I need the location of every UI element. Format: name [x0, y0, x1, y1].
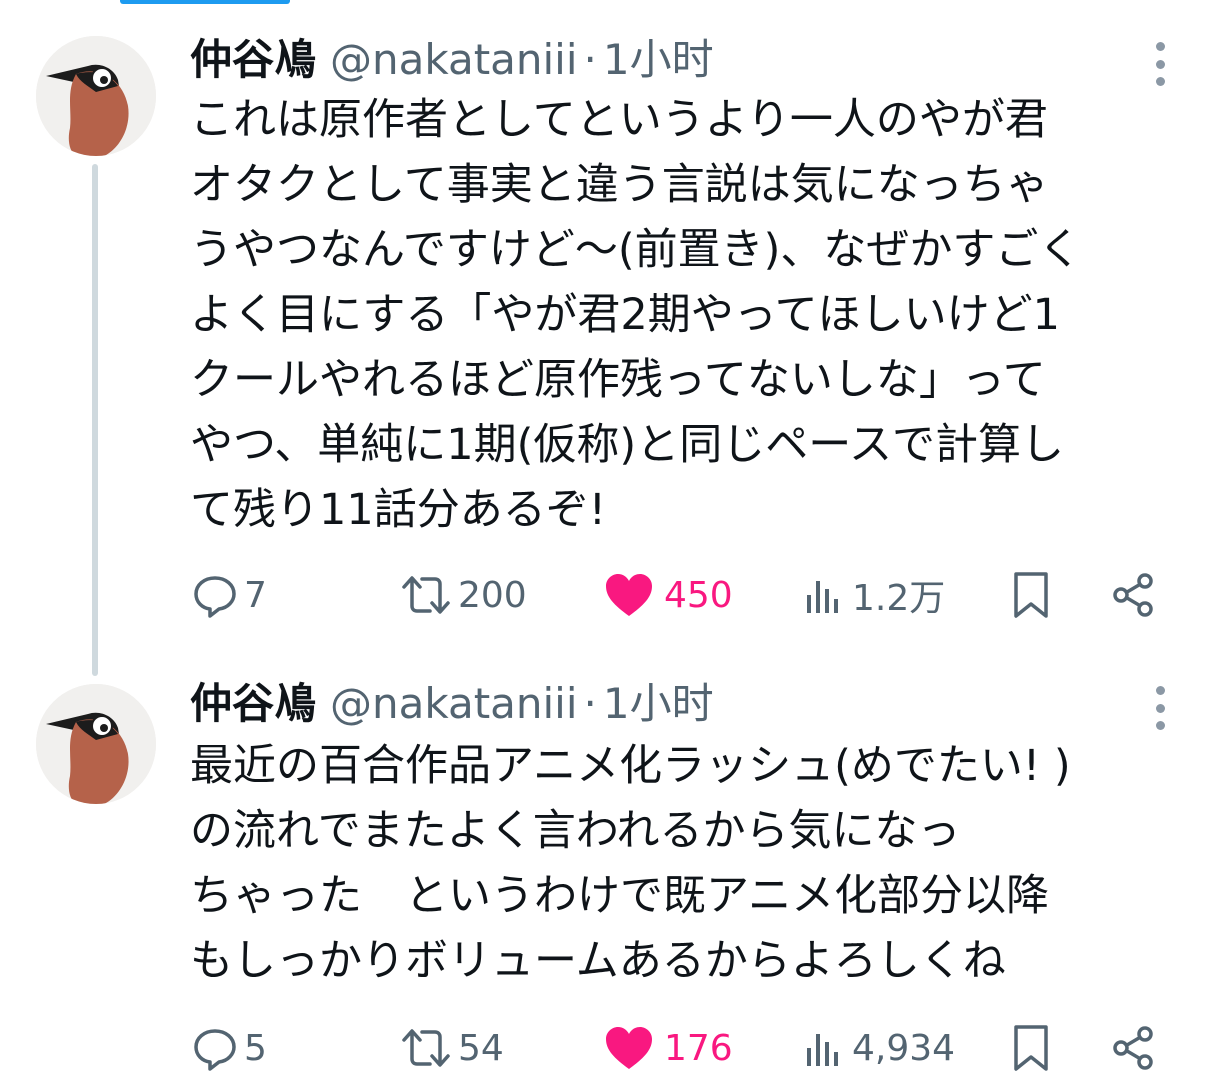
tweet[interactable]: 仲谷鳰 @nakataniii · 1小时 最近の百合作品アニメ化ラッシュ(めで… [0, 660, 1220, 1090]
separator-dot: · [583, 35, 597, 84]
bookmark-icon [1014, 1025, 1048, 1071]
reply-icon [194, 576, 236, 618]
bookmark-button[interactable] [1010, 1018, 1052, 1078]
retweet-button[interactable]: 200 [398, 565, 527, 625]
view-count: 1.2万 [852, 578, 946, 619]
separator-dot: · [583, 679, 597, 728]
reply-count: 7 [244, 574, 267, 616]
reply-count: 5 [244, 1027, 267, 1069]
tweet-actions: 5 54 176 4,934 [190, 1018, 1170, 1078]
views-button[interactable]: 1.2万 [804, 565, 945, 625]
tweet-text: これは原作者としてというより一人のやが君 オタクとして事実と違う言説は気になっち… [190, 95, 1082, 535]
tweet-text: 最近の百合作品アニメ化ラッシュ(めでたい! ) の流れでまたよく言われるから気に… [190, 741, 1071, 986]
retweet-count: 54 [458, 1027, 504, 1069]
author-handle[interactable]: @nakataniii [330, 32, 578, 88]
bookmark-button[interactable] [1010, 565, 1052, 625]
author-handle[interactable]: @nakataniii [330, 676, 578, 732]
bird-avatar-icon [36, 684, 156, 804]
share-icon [1113, 1026, 1153, 1070]
heart-icon [606, 574, 652, 616]
like-button[interactable]: 450 [604, 565, 733, 625]
more-options-icon[interactable] [1150, 42, 1170, 86]
bird-avatar-icon [36, 36, 156, 156]
tweet-actions: 7 200 450 1.2万 [190, 565, 1170, 625]
retweet-button[interactable]: 54 [398, 1018, 504, 1078]
author-name[interactable]: 仲谷鳰 [190, 676, 316, 732]
retweet-count: 200 [458, 574, 527, 616]
bookmark-icon [1014, 572, 1048, 618]
tweet-header: 仲谷鳰 @nakataniii · 1小时 [190, 32, 714, 88]
retweet-icon [402, 576, 450, 614]
avatar[interactable] [36, 36, 156, 156]
more-options-icon[interactable] [1150, 686, 1170, 730]
share-button[interactable] [1110, 565, 1156, 625]
like-count: 450 [664, 574, 733, 616]
like-button[interactable]: 176 [604, 1018, 733, 1078]
retweet-icon [402, 1029, 450, 1067]
timestamp[interactable]: 1小时 [603, 676, 714, 732]
thread-connector-line [92, 164, 98, 676]
avatar[interactable] [36, 684, 156, 804]
timestamp[interactable]: 1小时 [603, 32, 714, 88]
reply-icon [194, 1029, 236, 1071]
reply-button[interactable]: 5 [190, 1018, 267, 1078]
views-icon [807, 1034, 838, 1066]
like-count: 176 [664, 1027, 733, 1069]
author-name[interactable]: 仲谷鳰 [190, 32, 316, 88]
share-icon [1113, 573, 1153, 617]
views-icon [807, 581, 838, 613]
heart-icon [606, 1027, 652, 1069]
tweet-header: 仲谷鳰 @nakataniii · 1小时 [190, 676, 714, 732]
view-count: 4,934 [852, 1027, 956, 1069]
tweet[interactable]: 仲谷鳰 @nakataniii · 1小时 これは原作者としてというより一人のや… [0, 0, 1220, 676]
views-button[interactable]: 4,934 [804, 1018, 955, 1078]
reply-button[interactable]: 7 [190, 565, 267, 625]
share-button[interactable] [1110, 1018, 1156, 1078]
